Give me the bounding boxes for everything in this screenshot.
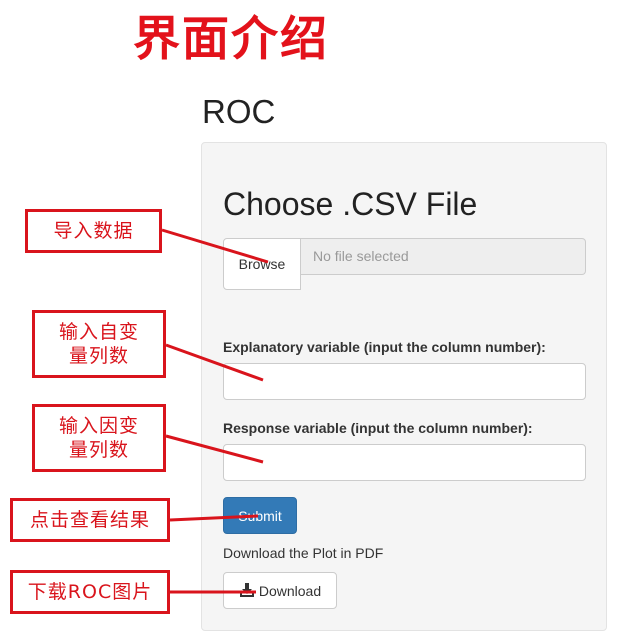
download-label: Download: [258, 582, 322, 599]
callout-view-results: 点击查看结果: [10, 498, 170, 542]
explanatory-variable-input[interactable]: [223, 363, 586, 400]
submit-button[interactable]: Submit: [223, 497, 297, 534]
callout-response-variable: 输入因变 量列数: [32, 404, 166, 472]
file-name-display: No file selected: [301, 238, 586, 275]
page-heading: 界面介绍: [133, 12, 329, 67]
response-variable-label: Response variable (input the column numb…: [223, 420, 533, 436]
callout-import-data: 导入数据: [25, 209, 162, 253]
app-title: ROC: [202, 93, 276, 130]
download-icon: [239, 583, 255, 598]
file-input-heading: Choose .CSV File: [223, 186, 478, 222]
browse-button[interactable]: Browse: [223, 238, 301, 290]
download-button[interactable]: Download: [223, 572, 337, 609]
callout-explanatory-variable: 输入自变 量列数: [32, 310, 166, 378]
download-caption: Download the Plot in PDF: [223, 545, 384, 561]
callout-download-roc: 下载ROC图片: [10, 570, 170, 614]
response-variable-input[interactable]: [223, 444, 586, 481]
explanatory-variable-label: Explanatory variable (input the column n…: [223, 339, 546, 355]
